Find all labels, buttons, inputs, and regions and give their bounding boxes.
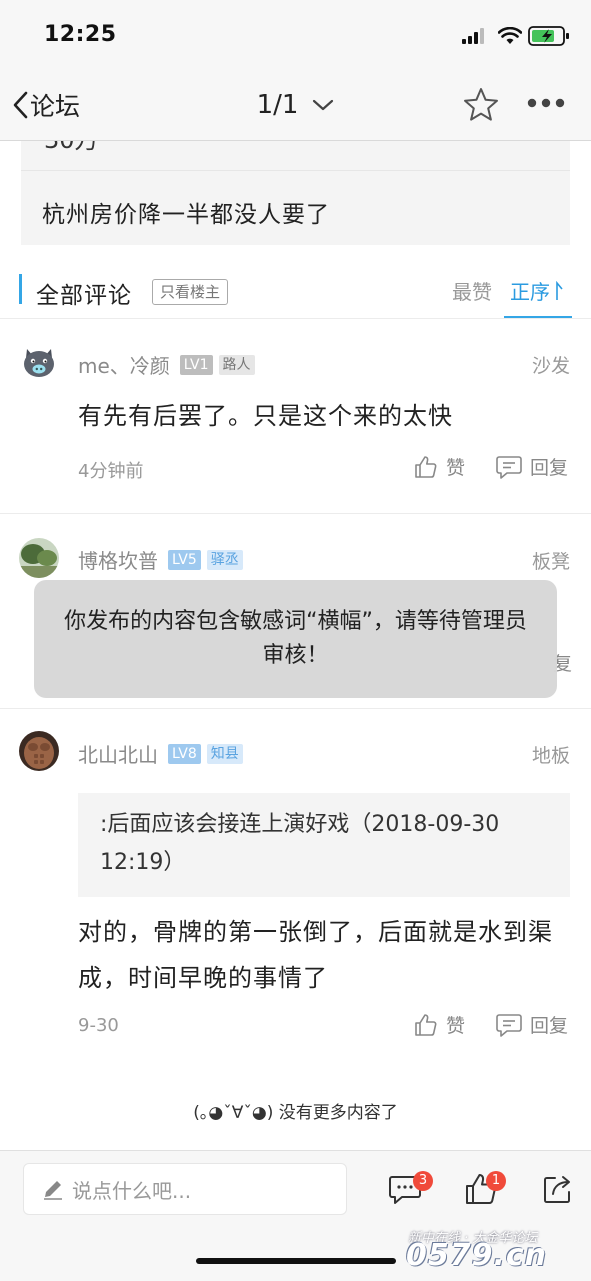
user-title-badge: 路人 (218, 354, 255, 375)
share-icon (544, 1176, 570, 1203)
comment-divider (0, 513, 591, 514)
toast-message: 你发布的内容包含敏感词“横幅”，请等待管理员审核！ (64, 609, 527, 668)
comment-bubble-icon (496, 1013, 522, 1037)
reply-button[interactable]: 回复 (496, 1011, 568, 1038)
reply-button[interactable]: 回复 (496, 453, 568, 480)
sort-sequence-label: 正序 (510, 280, 550, 304)
watermark-logo: 0579.cn (406, 1238, 548, 1273)
op-only-button[interactable]: 只看楼主 (152, 279, 229, 305)
reply-label: 回复 (530, 457, 569, 479)
comment-divider (0, 708, 591, 709)
user-title-badge: 驿丞 (206, 549, 243, 570)
floor-label: 地板 (532, 745, 571, 767)
reply-label: 回复 (530, 1015, 569, 1037)
pencil-icon (44, 1181, 62, 1200)
favorite-star-icon[interactable] (462, 86, 500, 124)
post-cut-container: 30万 (21, 141, 570, 171)
level-badge: LV1 (179, 354, 213, 375)
floor-label: 板凳 (532, 551, 571, 573)
comments-title: 全部评论 (36, 283, 132, 309)
comment-count-badge: 3 (413, 1171, 433, 1191)
thumbs-up-icon (415, 1013, 437, 1036)
comment-time: 4分钟前 (78, 461, 144, 482)
like-label: 赞 (446, 1015, 466, 1037)
avatar[interactable] (19, 538, 59, 578)
header-divider (0, 318, 591, 319)
comment-bubble-icon (496, 455, 522, 479)
username[interactable]: 博格坎普 (78, 545, 158, 574)
post-cut-text: 30万 (44, 141, 99, 155)
like-button[interactable]: 赞 (414, 453, 465, 480)
username[interactable]: 北山北山 (78, 739, 158, 768)
user-info: 北山北山 LV8 知县 (78, 739, 243, 768)
like-count-badge: 1 (486, 1171, 506, 1191)
no-more-content: (｡◕ˇ∀ˇ◕) 没有更多内容了 (193, 1103, 398, 1123)
landscape-avatar-icon (19, 538, 59, 578)
avatar[interactable] (19, 342, 59, 382)
page-indicator: 1/1 (256, 90, 299, 120)
cellular-signal-icon (462, 28, 484, 44)
avatar[interactable] (19, 731, 59, 771)
page-selector[interactable]: 1/1 (0, 86, 591, 124)
sort-sequence-tab[interactable]: 正序 (510, 276, 564, 305)
chevron-down-icon (313, 99, 334, 111)
username[interactable]: me、冷颜 (78, 350, 170, 379)
level-badge: LV5 (168, 549, 201, 570)
like-button[interactable]: 赞 (414, 1011, 465, 1038)
moderation-toast: 你发布的内容包含敏感词“横幅”，请等待管理员审核！ (34, 580, 557, 698)
user-info: me、冷颜 LV1 路人 (78, 350, 255, 379)
comment-input-placeholder: 说点什么吧... (72, 1178, 192, 1203)
floor-label: 沙发 (532, 355, 571, 377)
share-button[interactable] (541, 1172, 575, 1210)
battery-charging-icon (528, 26, 569, 46)
like-label: 赞 (446, 457, 466, 479)
user-title-badge: 知县 (206, 743, 243, 764)
post-divider (21, 170, 570, 171)
sort-best-tab[interactable]: 最赞 (452, 276, 492, 305)
wifi-icon (498, 27, 522, 44)
status-time: 12:25 (44, 22, 117, 47)
comment-time: 9-30 (78, 1015, 119, 1036)
post-text: 杭州房价降一半都没人要了 (42, 202, 330, 228)
comment-text: 对的，骨牌的第一张倒了，后面就是水到渠成，时间早晚的事情了 (78, 918, 553, 992)
more-options-icon[interactable] (526, 96, 566, 110)
home-indicator (196, 1258, 396, 1264)
sort-arrow-icon (556, 280, 563, 300)
section-accent-bar (19, 274, 22, 304)
quoted-reply-text: :后面应该会接连上演好戏（2018-09-30 12:19） (100, 812, 500, 875)
user-info: 博格坎普 LV5 驿丞 (78, 545, 243, 574)
thumbs-up-icon (415, 455, 437, 478)
comment-text: 有先有后罢了。只是这个来的太快 (78, 402, 453, 430)
pig-avatar-icon (24, 349, 54, 377)
comment-input[interactable]: 说点什么吧... (23, 1163, 347, 1215)
muscle-avatar-icon (19, 731, 59, 771)
level-badge: LV8 (168, 743, 201, 764)
